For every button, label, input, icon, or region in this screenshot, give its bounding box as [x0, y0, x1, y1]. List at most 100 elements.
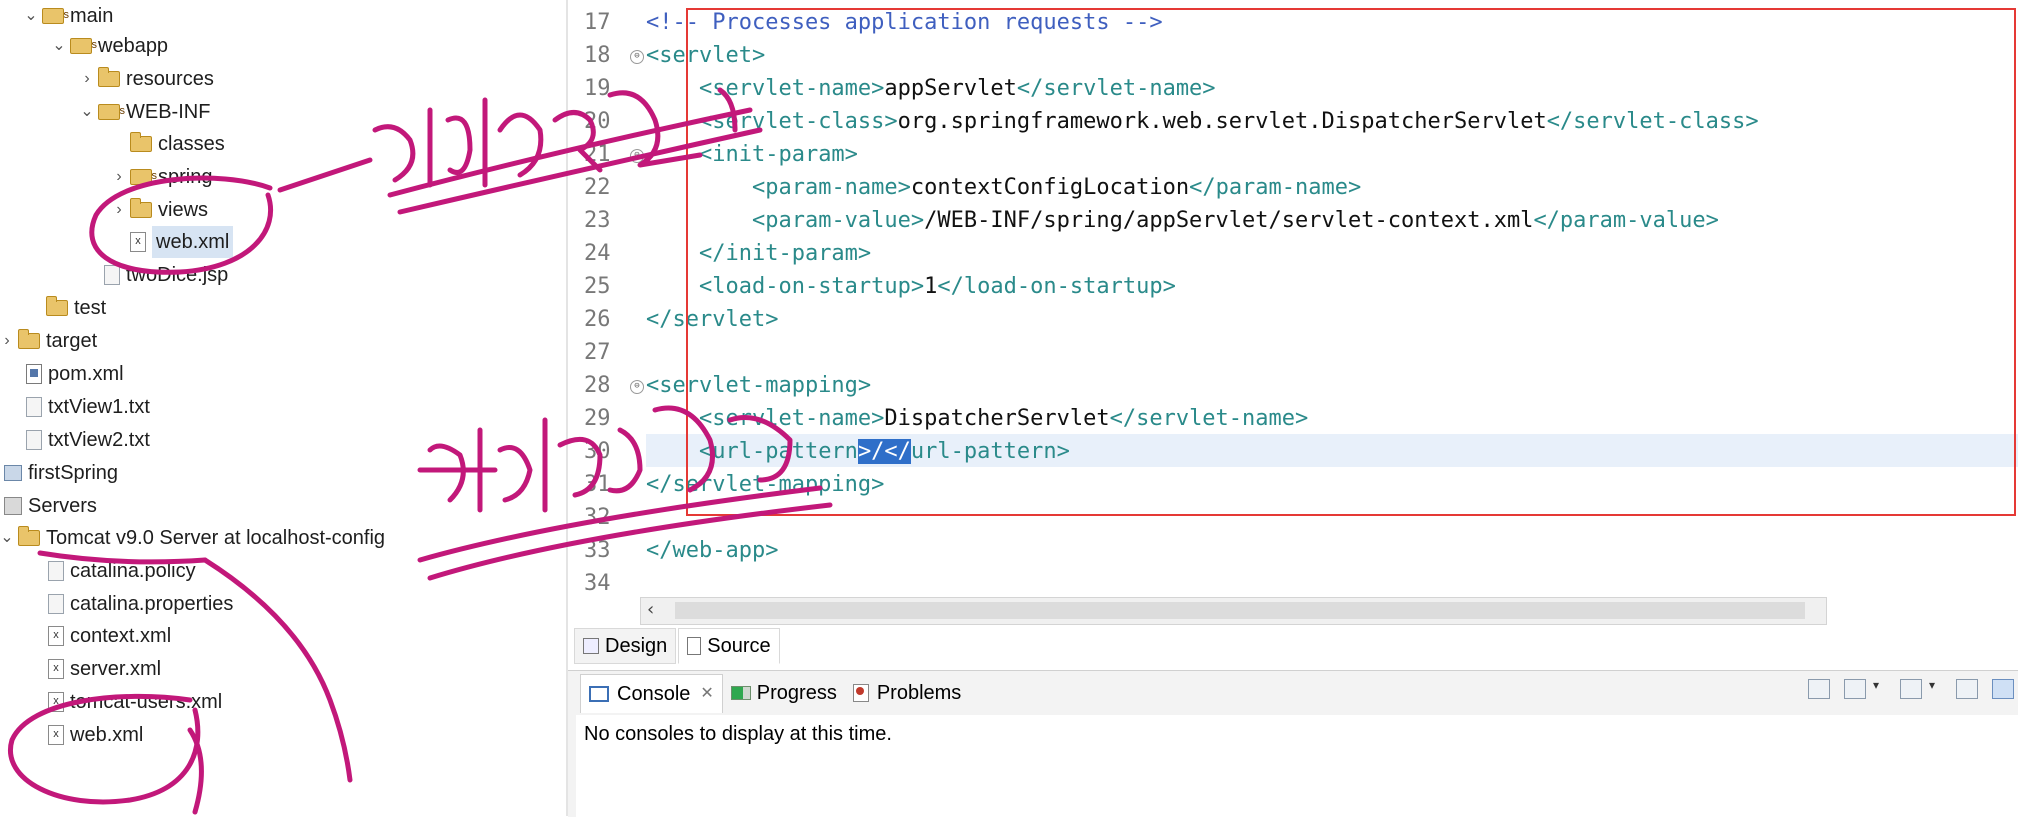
code-line[interactable]: <servlet>	[646, 39, 765, 72]
code-line[interactable]: <servlet-class>org.springframework.web.s…	[646, 105, 1759, 138]
tree-item-spring[interactable]: › spring	[108, 160, 213, 193]
chevron-right-icon[interactable]: ›	[0, 325, 18, 357]
xml-file-icon: x	[130, 232, 146, 252]
tree-item-context-xml[interactable]: x context.xml	[26, 620, 171, 652]
tree-item-label: resources	[126, 68, 214, 90]
code-line[interactable]: <load-on-startup>1</load-on-startup>	[646, 270, 1176, 303]
pin-console-icon[interactable]	[1808, 679, 1830, 699]
tab-source[interactable]: Source	[678, 628, 780, 664]
tree-item-test[interactable]: test	[24, 292, 106, 324]
tab-console[interactable]: Console ✕	[580, 673, 723, 713]
chevron-down-icon[interactable]: ⌄	[20, 0, 42, 32]
code-line[interactable]: <servlet-mapping>	[646, 369, 871, 402]
xml-editor[interactable]: 17 18 ⊖ 19 20 21 ⊖ 22 23 24 25 26 27 28 ⊖ 29 30 31 32 33 34 …	[568, 0, 2018, 603]
chevron-down-icon[interactable]: ⌄	[76, 96, 98, 128]
tree-item-pom-xml[interactable]: pom.xml	[4, 358, 124, 390]
tree-item-label: firstSpring	[28, 462, 119, 484]
package-folder-icon	[130, 160, 157, 192]
code-line[interactable]: <param-name>contextConfigLocation</param…	[646, 171, 1361, 204]
tree-item-tomcat-users-xml[interactable]: x tomcat-users.xml	[26, 686, 222, 718]
tree-item-server-xml[interactable]: x server.xml	[26, 653, 161, 685]
xml-tag: </servlet>	[646, 307, 779, 332]
xml-tag: <url-pattern	[698, 439, 858, 464]
tree-item-main[interactable]: ⌄ main	[20, 0, 113, 32]
package-folder-icon	[70, 29, 97, 61]
xml-tag: </servlet-name>	[1016, 76, 1216, 101]
chevron-down-icon[interactable]: ⌄	[0, 522, 18, 554]
tree-item-label: classes	[158, 133, 225, 155]
tab-design[interactable]: Design	[574, 628, 677, 664]
pom-file-icon	[26, 364, 42, 384]
folder-icon	[18, 329, 40, 349]
console-message: No consoles to display at this time.	[584, 723, 892, 745]
tree-item-catalina-policy[interactable]: catalina.policy	[26, 555, 196, 587]
tree-item-label: target	[46, 330, 98, 352]
tree-item-txtview2[interactable]: txtView2.txt	[4, 424, 150, 456]
chevron-right-icon[interactable]: ›	[108, 161, 130, 193]
tab-problems[interactable]: Problems	[845, 674, 969, 712]
xml-text: /WEB-INF/spring/appServlet/servlet-conte…	[924, 208, 1534, 233]
tree-item-txtview1[interactable]: txtView1.txt	[4, 391, 150, 423]
tree-item-classes[interactable]: classes	[108, 128, 225, 160]
tree-item-web-inf[interactable]: ⌄ WEB-INF	[76, 95, 210, 128]
copy-icon[interactable]	[1956, 679, 1978, 699]
tree-item-label: tomcat-users.xml	[70, 691, 223, 713]
console-panel: Console ✕ Progress Problems No consoles …	[568, 670, 2018, 817]
fold-toggle-icon[interactable]: ⊖	[630, 149, 644, 163]
code-line[interactable]: <param-value>/WEB-INF/spring/appServlet/…	[646, 204, 1719, 237]
tree-item-web-xml[interactable]: x web.xml	[108, 226, 234, 258]
tree-item-label: test	[74, 297, 107, 319]
tree-item-webapp[interactable]: ⌄ webapp	[48, 29, 168, 62]
xml-text: DispatcherServlet	[884, 406, 1110, 431]
xml-text: appServlet	[884, 76, 1017, 101]
code-line[interactable]: <url-pattern>/</url-pattern>	[646, 435, 1070, 468]
tree-item-firstspring[interactable]: firstSpring	[0, 457, 118, 489]
code-line[interactable]: </web-app>	[646, 534, 778, 567]
tree-item-target[interactable]: › target	[0, 325, 97, 357]
tree-item-label: main	[70, 5, 114, 27]
close-icon[interactable]: ✕	[700, 675, 713, 713]
code-line[interactable]: <init-param>	[646, 138, 858, 171]
code-line[interactable]: </init-param>	[646, 237, 871, 270]
chevron-right-icon[interactable]: ›	[108, 194, 130, 226]
code-line[interactable]: <servlet-name>appServlet</servlet-name>	[646, 72, 1216, 105]
server-project-icon	[4, 497, 22, 515]
tree-item-label: catalina.policy	[70, 560, 196, 582]
word-wrap-icon[interactable]	[1992, 679, 2014, 699]
tree-item-label: Servers	[28, 495, 97, 517]
xml-file-icon: x	[48, 725, 64, 745]
scroll-left-icon[interactable]: ‹	[647, 598, 654, 622]
xml-tag: <param-value>	[751, 208, 925, 233]
tree-item-servers[interactable]: Servers	[0, 490, 97, 522]
tree-item-views[interactable]: › views	[108, 194, 208, 226]
progress-icon	[730, 686, 751, 700]
tab-progress[interactable]: Progress	[723, 674, 845, 712]
chevron-right-icon[interactable]: ›	[76, 63, 98, 95]
code-line[interactable]: <!-- Processes application requests -->	[646, 6, 1163, 39]
tab-design-label: Design	[605, 635, 668, 657]
fold-toggle-icon[interactable]: ⊖	[630, 50, 644, 64]
scrollbar-thumb[interactable]	[675, 602, 1805, 619]
tree-item-catalina-properties[interactable]: catalina.properties	[26, 588, 233, 620]
tree-item-resources[interactable]: › resources	[76, 63, 214, 95]
horizontal-scrollbar[interactable]: ‹	[640, 597, 1827, 625]
tree-item-jsp[interactable]: twoDice.jsp	[82, 259, 228, 291]
tree-item-label: spring	[158, 166, 213, 188]
xml-tag: </load-on-startup>	[937, 274, 1176, 299]
line-number: 30	[584, 439, 611, 464]
open-console-icon[interactable]	[1900, 678, 1935, 699]
tree-item-tomcat-config[interactable]: ⌄ Tomcat v9.0 Server at localhost-config	[0, 522, 385, 554]
code-line[interactable]: <servlet-name>DispatcherServlet</servlet…	[646, 402, 1308, 435]
code-area[interactable]: <!-- Processes application requests --> <…	[646, 0, 2018, 590]
xml-file-icon: x	[48, 692, 64, 712]
code-line[interactable]: </servlet>	[646, 303, 778, 336]
chevron-down-icon[interactable]: ⌄	[48, 30, 70, 62]
fold-toggle-icon[interactable]: ⊖	[630, 380, 644, 394]
tree-item-server-web-xml[interactable]: x web.xml	[26, 719, 143, 751]
display-console-icon[interactable]	[1844, 678, 1879, 699]
code-line[interactable]: </servlet-mapping>	[646, 468, 884, 501]
